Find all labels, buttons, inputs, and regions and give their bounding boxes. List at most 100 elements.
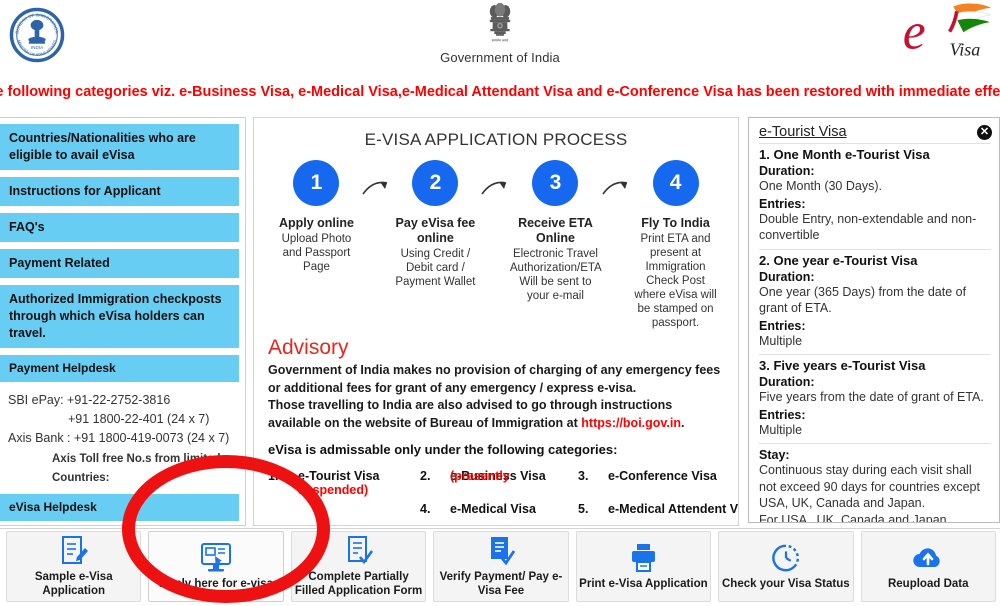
field-value: Multiple xyxy=(759,422,803,437)
visa-category-item[interactable]: 4. e-Medical Visa xyxy=(420,502,590,516)
visa-info-section: 3. Five years e-Tourist Visa Duration: F… xyxy=(759,354,991,443)
sidebar-item-instructions[interactable]: Instructions for Applicant xyxy=(0,177,239,206)
visa-category-label: e-Conference Visa xyxy=(608,469,717,483)
clock-icon xyxy=(771,542,801,574)
printer-icon xyxy=(628,542,658,574)
visa-category-num: 2. xyxy=(420,469,431,483)
monitor-form-icon xyxy=(199,542,233,574)
visa-category-num: 5. xyxy=(578,502,589,516)
field-label: Duration: xyxy=(759,164,815,178)
visa-category-label: e-Medical Visa xyxy=(450,502,536,516)
visa-info-popup: ✕ e-Tourist Visa 1. One Month e-Tourist … xyxy=(748,117,1000,523)
visa-category-suspended-note: suspended) xyxy=(298,483,369,497)
bottom-action-bar: Sample e-Visa Application Apply here for… xyxy=(0,528,1000,606)
visa-info-section-stay: Stay: Continuous stay during each visit … xyxy=(759,443,991,523)
step-desc-2: Using Credit / Debit card / Payment Wall… xyxy=(395,248,476,288)
document-check-icon xyxy=(486,535,516,567)
nav-label: Apply here for e-visa xyxy=(159,578,274,590)
step-title-4: Fly To India xyxy=(641,216,710,230)
process-step-3: 3 Receive ETA Online Electronic Travel A… xyxy=(509,160,602,303)
india-state-emblem-icon: सत्यमेव जयते xyxy=(489,2,511,42)
visa-category-item[interactable]: 2. e-Business Visa (presently xyxy=(420,469,590,483)
visa-category-label: e-Medical Attendent Visa xyxy=(608,502,738,516)
main-content: Countries/Nationalities who are eligible… xyxy=(0,108,1000,526)
boi-website-link[interactable]: https://boi.gov.in xyxy=(581,416,681,430)
field-label: Entries: xyxy=(759,196,806,211)
scrolling-notice-banner: er the following categories viz. e-Busin… xyxy=(0,78,1000,106)
nav-sample-evisa-application[interactable]: Sample e-Visa Application xyxy=(6,531,142,602)
step-title-1: Apply online xyxy=(278,216,354,230)
step-number-2: 2 xyxy=(412,160,459,206)
visa-category-text: e-Tourist Visa xyxy=(298,469,380,483)
left-sidebar: Countries/Nationalities who are eligible… xyxy=(0,117,246,526)
process-title: E-VISA APPLICATION PROCESS xyxy=(364,130,628,149)
visa-category-column-1: 1. e-Tourist Visa suspended) xyxy=(268,469,428,516)
nav-apply-here-for-evisa[interactable]: Apply here for e-visa xyxy=(148,531,284,602)
sidebar-item-evisa-helpdesk[interactable]: eVisa Helpdesk xyxy=(0,494,239,521)
field-value: Continuous stay during each visit shall … xyxy=(759,463,980,523)
advisory-para-1: Government of India makes no provision o… xyxy=(268,363,721,395)
step-number-3: 3 xyxy=(532,160,579,206)
visa-category-item[interactable]: 1. e-Tourist Visa suspended) xyxy=(268,469,428,497)
nav-verify-payment[interactable]: Verify Payment/ Pay e-Visa Fee xyxy=(433,531,569,602)
arrow-right-icon xyxy=(602,181,628,195)
process-step-4: 4 Fly To India Print ETA and present at … xyxy=(631,160,720,330)
sidebar-item-payment-helpdesk[interactable]: Payment Helpdesk xyxy=(0,355,239,382)
nav-label: Print e-Visa Application xyxy=(579,578,708,590)
field-label: Entries: xyxy=(759,318,806,333)
field-value: Double Entry, non-extendable and non-con… xyxy=(759,211,977,243)
nav-label: Check your Visa Status xyxy=(722,578,850,590)
nav-label: Sample e-Visa Application xyxy=(34,571,113,597)
svg-text:Visa: Visa xyxy=(950,40,981,60)
sidebar-item-faqs[interactable]: FAQ's xyxy=(0,213,239,242)
step-title-2: Pay eVisa fee online xyxy=(395,216,476,245)
visa-category-num: 3. xyxy=(578,469,589,483)
popup-title: e-Tourist Visa xyxy=(759,124,847,140)
axis-bank-phone: Axis Bank : +91 1800-419-0073 (24 x 7) xyxy=(8,431,230,445)
visa-category-label: e-Business Visa (presently xyxy=(450,469,546,483)
nav-print-evisa-application[interactable]: Print e-Visa Application xyxy=(575,531,712,602)
nav-label: Complete Partially Filled Application Fo… xyxy=(294,571,423,597)
step-number-1: 1 xyxy=(293,160,340,206)
visa-category-column-2: 2. e-Business Visa (presently 4. e-Medic… xyxy=(420,469,590,525)
sbi-epay-tollfree: +91 1800-22-401 (24 x 7) xyxy=(68,412,210,426)
nav-reupload-data[interactable]: Reupload Data xyxy=(860,531,996,602)
axis-tollfree-note: Axis Toll free No.s from limited Countri… xyxy=(52,453,221,484)
section-heading: 3. Five years e-Tourist Visa xyxy=(759,358,926,373)
field-label: Duration: xyxy=(759,375,815,389)
cloud-upload-icon xyxy=(911,542,945,574)
sidebar-item-eligible-countries[interactable]: Countries/Nationalities who are eligible… xyxy=(0,124,239,170)
step-desc-4: Print ETA and present at Immigration Che… xyxy=(634,233,717,329)
evisa-brand-logo: e Visa xyxy=(903,3,992,61)
svg-text:e: e xyxy=(903,4,926,61)
visa-info-section: 2. One year e-Tourist Visa Duration: One… xyxy=(759,248,991,355)
visa-category-item[interactable]: 3. e-Conference Visa xyxy=(578,469,738,483)
close-icon[interactable]: ✕ xyxy=(977,125,992,140)
process-step-2: 2 Pay eVisa fee online Using Credit / De… xyxy=(391,160,480,289)
step-number-4: 4 xyxy=(652,160,699,206)
document-check-icon xyxy=(344,535,374,567)
visa-category-num: 4. xyxy=(420,502,431,516)
svg-text:सत्यमेव जयते: सत्यमेव जयते xyxy=(492,37,509,42)
gov-title: Government of India xyxy=(440,50,560,65)
section-heading: 2. One year e-Tourist Visa xyxy=(759,252,918,268)
center-panel: E-VISA APPLICATION PROCESS 1 Apply onlin… xyxy=(253,117,739,526)
process-step-1: 1 Apply online Upload Photo and Passport… xyxy=(272,160,361,274)
nav-check-visa-status[interactable]: Check your Visa Status xyxy=(718,531,854,602)
page-header: INDIA BUREAU OF IMMIGRATION MINISTRY OF … xyxy=(0,0,1000,78)
advisory-para-2-post: . xyxy=(681,415,685,430)
nav-complete-partially-filled-form[interactable]: Complete Partially Filled Application Fo… xyxy=(290,531,427,602)
section-heading: 1. One Month e-Tourist Visa xyxy=(759,147,930,162)
sidebar-item-immigration-checkposts[interactable]: Authorized Immigration checkposts throug… xyxy=(0,285,239,348)
field-label: Stay: xyxy=(759,448,790,462)
visa-category-item[interactable]: 5. e-Medical Attendent Visa xyxy=(578,502,738,516)
step-desc-3: Electronic Travel Authorization/ETA Will… xyxy=(509,248,602,302)
nav-label: Verify Payment/ Pay e-Visa Fee xyxy=(439,571,563,597)
visa-info-section: 1. One Month e-Tourist Visa Duration: On… xyxy=(759,143,991,249)
field-value: Multiple xyxy=(759,333,803,348)
field-label: Entries: xyxy=(759,407,806,422)
sidebar-item-payment-related[interactable]: Payment Related xyxy=(0,249,239,278)
arrow-right-icon xyxy=(481,181,507,195)
payment-helpdesk-details: SBI ePay: +91-22-2752-3816 +91 1800-22-4… xyxy=(0,389,239,488)
visa-category-label: e-Tourist Visa suspended) xyxy=(298,469,380,497)
